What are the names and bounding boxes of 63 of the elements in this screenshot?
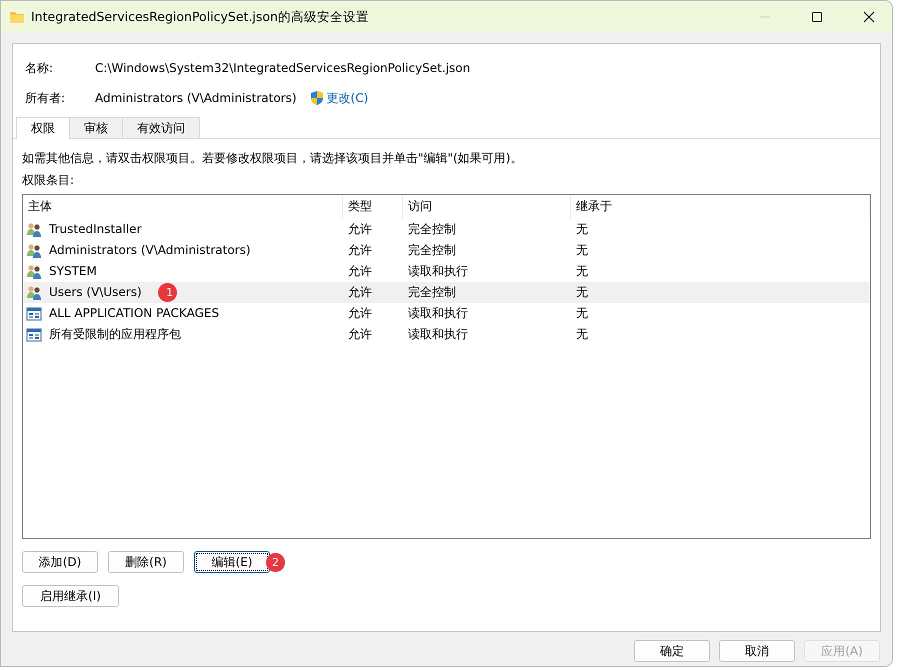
- table-cell-text: 允许: [347, 263, 373, 280]
- list-row[interactable]: ALL APPLICATION PACKAGES 允许 读取和执行 无: [23, 303, 870, 324]
- table-cell-text: 无: [575, 284, 589, 301]
- table-cell-text: 完全控制: [407, 242, 457, 259]
- tab[interactable]: 有效访问: [122, 117, 200, 138]
- table-cell-text: 允许: [347, 221, 373, 238]
- action-button[interactable]: 删除(R): [108, 551, 184, 573]
- table-cell-text: 无: [575, 242, 589, 259]
- field-value: C:\Windows\System32\IntegratedServicesRegionPolicySet.json: [95, 60, 470, 77]
- field-value: Administrators (V\Administrators): [95, 90, 297, 107]
- shield-icon: [308, 90, 325, 106]
- table-cell-text: 读取和执行: [407, 326, 469, 343]
- tab[interactable]: 权限: [16, 117, 70, 139]
- field-label: 所有者:: [25, 90, 66, 107]
- table-cell-text: 无: [575, 221, 589, 238]
- principal-name: SYSTEM: [48, 263, 97, 280]
- tab[interactable]: 审核: [69, 117, 123, 138]
- table-cell-text: 读取和执行: [407, 305, 469, 322]
- table-cell-text: 允许: [347, 284, 373, 301]
- maximize-icon: [811, 11, 823, 23]
- users-icon: [26, 222, 42, 238]
- action-button[interactable]: 添加(D): [22, 551, 98, 573]
- table-cell-text: 完全控制: [407, 284, 457, 301]
- principal-name: ALL APPLICATION PACKAGES: [48, 305, 220, 322]
- table-cell-text: 无: [575, 305, 589, 322]
- action-button[interactable]: 编辑(E): [194, 551, 270, 573]
- list-row[interactable]: 所有受限制的应用程序包 允许 读取和执行 无: [23, 324, 870, 345]
- enable-inheritance-button[interactable]: 启用继承(I): [22, 585, 119, 607]
- table-cell-text: 允许: [347, 305, 373, 322]
- close-icon: [863, 11, 875, 23]
- step-marker: 1: [158, 283, 177, 302]
- column-header[interactable]: 继承于: [571, 195, 870, 219]
- app-package-icon: [26, 306, 42, 322]
- users-icon: [26, 284, 42, 300]
- users-icon: [26, 242, 42, 258]
- field-label: 名称:: [25, 60, 54, 77]
- window-title: IntegratedServicesRegionPolicySet.json的高级安全设置: [31, 8, 370, 26]
- app-package-icon: [26, 326, 42, 342]
- table-cell-text: 读取和执行: [407, 263, 469, 280]
- principal-name: 所有受限制的应用程序包: [48, 326, 181, 343]
- dialog-button[interactable]: 确定: [634, 640, 710, 662]
- principal-name: TrustedInstaller: [48, 221, 142, 238]
- list-row[interactable]: TrustedInstaller 允许 完全控制 无: [23, 219, 870, 240]
- table-cell-text: 无: [575, 326, 589, 343]
- change-owner-link[interactable]: 更改(C): [326, 89, 368, 107]
- users-icon: [26, 264, 42, 280]
- step-marker: 2: [266, 552, 285, 572]
- principal-name: Users (V\Users): [48, 284, 142, 301]
- column-header[interactable]: 主体: [23, 195, 343, 219]
- folder-icon: [9, 10, 25, 24]
- hint-text: 如需其他信息，请双击权限项目。若要修改权限项目，请选择该项目并单击"编辑"(如果可用)。: [22, 150, 524, 167]
- table-cell-text: 无: [575, 263, 589, 280]
- list-row[interactable]: SYSTEM 允许 读取和执行 无: [23, 261, 870, 282]
- principal-name: Administrators (V\Administrators): [48, 242, 251, 259]
- dialog-button[interactable]: 取消: [719, 640, 795, 662]
- list-label: 权限条目:: [22, 172, 76, 189]
- column-header[interactable]: 访问: [403, 195, 571, 219]
- list-row[interactable]: Administrators (V\Administrators) 允许 完全控制 无: [23, 240, 870, 261]
- list-row[interactable]: Users (V\Users) 1 允许 完全控制 无: [23, 282, 870, 303]
- table-cell-text: 允许: [347, 326, 373, 343]
- table-cell-text: 允许: [347, 242, 373, 259]
- column-header[interactable]: 类型: [343, 195, 403, 219]
- table-cell-text: 完全控制: [407, 221, 457, 238]
